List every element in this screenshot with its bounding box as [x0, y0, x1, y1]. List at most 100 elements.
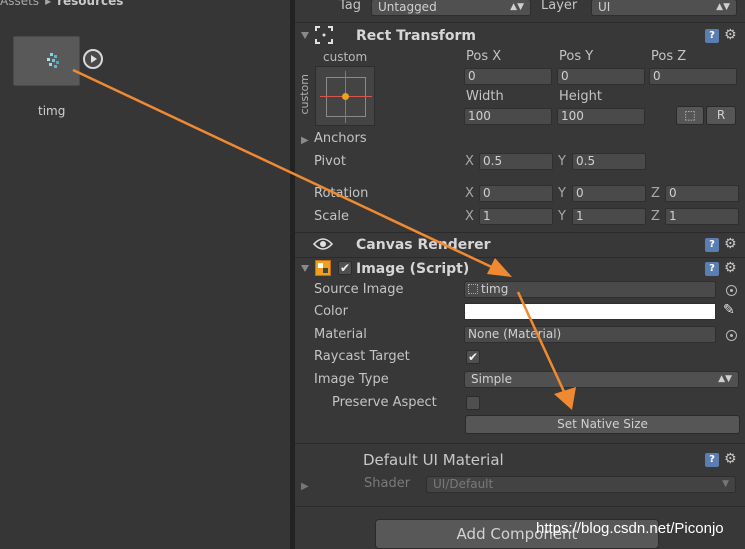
material-field[interactable]: None (Material): [464, 326, 716, 343]
image-type-label: Image Type: [314, 372, 389, 387]
image-type-value: Simple: [471, 372, 512, 386]
material-section-title: Default UI Material: [363, 451, 504, 469]
scale-y-field[interactable]: 1: [572, 208, 646, 225]
blueprint-mode-button[interactable]: ⬚: [676, 106, 704, 125]
rotation-y-axis: Y: [558, 186, 566, 201]
pivot-x-field[interactable]: 0.5: [479, 153, 553, 170]
pivot-dot: [342, 93, 349, 100]
fold-arrow-icon[interactable]: [301, 265, 309, 272]
fold-arrow-icon[interactable]: [301, 32, 309, 39]
pos-y-label: Pos Y: [559, 49, 594, 64]
tag-dropdown[interactable]: Untagged ▲▼: [371, 0, 531, 16]
width-field[interactable]: 100: [464, 108, 552, 125]
object-picker-icon[interactable]: [726, 330, 737, 341]
rect-transform-header[interactable]: Rect Transform ? ⚙: [295, 26, 745, 48]
breadcrumb: Assets ▸ resources: [0, 0, 123, 8]
project-panel: Assets ▸ resources timg: [0, 0, 290, 549]
width-label: Width: [466, 89, 504, 104]
source-image-label: Source Image: [314, 282, 404, 297]
preserve-aspect-label: Preserve Aspect: [332, 395, 437, 410]
raycast-target-label: Raycast Target: [314, 349, 410, 364]
raycast-target-checkbox[interactable]: ✔: [466, 350, 480, 364]
object-picker-icon[interactable]: [726, 285, 737, 296]
rotation-x-axis: X: [465, 186, 474, 201]
canvas-renderer-header[interactable]: Canvas Renderer ? ⚙: [295, 235, 745, 257]
dropdown-caret-icon: ▲▼: [510, 2, 524, 12]
pos-x-field[interactable]: 0: [464, 68, 552, 85]
asset-name-label: timg: [38, 104, 66, 118]
pos-y-field[interactable]: 0: [557, 68, 645, 85]
gear-icon[interactable]: ⚙: [724, 260, 737, 276]
image-script-title: Image (Script): [356, 261, 470, 277]
rotation-y-field[interactable]: 0: [572, 185, 646, 202]
breadcrumb-assets[interactable]: Assets: [0, 0, 39, 8]
image-component-icon: [315, 260, 331, 276]
eyedropper-icon[interactable]: ✎: [723, 302, 735, 318]
shader-value: UI/Default: [433, 477, 494, 491]
anchors-fold-icon[interactable]: ▶: [301, 135, 309, 146]
scale-x-axis: X: [465, 209, 474, 224]
anchor-preset-button[interactable]: [315, 66, 375, 126]
pivot-label: Pivot: [314, 154, 346, 169]
help-icon[interactable]: ?: [705, 238, 719, 252]
breadcrumb-resources[interactable]: resources: [57, 0, 123, 8]
image-enabled-checkbox[interactable]: ✔: [338, 261, 352, 275]
pos-z-field[interactable]: 0: [649, 68, 737, 85]
shader-dropdown[interactable]: UI/Default ▼: [426, 476, 736, 493]
gear-icon[interactable]: ⚙: [724, 236, 737, 252]
rotation-z-axis: Z: [651, 186, 660, 201]
anchors-label[interactable]: Anchors: [314, 131, 367, 146]
separator: [295, 232, 745, 233]
separator: [295, 257, 745, 258]
pivot-y-field[interactable]: 0.5: [572, 153, 646, 170]
tag-label: Tag: [339, 0, 362, 13]
separator: [295, 443, 745, 444]
pivot-x-axis: X: [465, 154, 474, 169]
height-field[interactable]: 100: [557, 108, 645, 125]
scale-y-axis: Y: [558, 209, 566, 224]
inspector-panel: Tag Untagged ▲▼ Layer UI ▲▼ Rect Transform…: [295, 0, 745, 549]
anchor-preset-label: custom: [323, 50, 368, 64]
material-label: Material: [314, 327, 367, 342]
help-icon[interactable]: ?: [705, 453, 719, 467]
pivot-y-axis: Y: [558, 154, 566, 169]
image-script-header[interactable]: ✔ Image (Script) ? ⚙: [295, 259, 745, 281]
help-icon[interactable]: ?: [705, 262, 719, 276]
layer-dropdown[interactable]: UI ▲▼: [591, 0, 737, 16]
dropdown-caret-icon: ▼: [722, 479, 729, 489]
breadcrumb-separator: ▸: [45, 0, 52, 8]
source-image-value: timg: [481, 282, 509, 296]
sprite-preview-icon: [47, 53, 59, 68]
watermark-text: https://blog.csdn.net/Piconjo: [536, 520, 724, 537]
raw-edit-button[interactable]: R: [706, 106, 736, 125]
help-icon[interactable]: ?: [705, 29, 719, 43]
anchor-preset-side-label: custom: [298, 74, 311, 115]
pos-x-label: Pos X: [466, 49, 502, 64]
source-image-field[interactable]: timg: [464, 281, 716, 298]
dropdown-caret-icon: ▲▼: [718, 374, 732, 384]
color-swatch[interactable]: [464, 303, 716, 320]
rotation-x-field[interactable]: 0: [479, 185, 553, 202]
color-label: Color: [314, 304, 348, 319]
scale-label: Scale: [314, 209, 349, 224]
scale-z-field[interactable]: 1: [665, 208, 739, 225]
separator: [295, 506, 745, 507]
shader-fold-icon[interactable]: ▶: [301, 481, 309, 492]
scale-x-field[interactable]: 1: [479, 208, 553, 225]
rect-transform-title: Rect Transform: [356, 28, 477, 44]
set-native-size-button[interactable]: Set Native Size: [465, 415, 740, 434]
canvas-renderer-title: Canvas Renderer: [356, 237, 491, 253]
rotation-z-field[interactable]: 0: [665, 185, 739, 202]
asset-thumbnail-timg[interactable]: [13, 36, 80, 86]
scale-z-axis: Z: [651, 209, 660, 224]
height-label: Height: [559, 89, 602, 104]
layer-label: Layer: [541, 0, 578, 13]
layer-value: UI: [598, 0, 611, 14]
sprite-icon: [468, 284, 478, 294]
eye-icon: [313, 238, 333, 250]
image-type-dropdown[interactable]: Simple ▲▼: [464, 371, 739, 388]
preserve-aspect-checkbox[interactable]: [466, 396, 480, 410]
gear-icon[interactable]: ⚙: [724, 27, 737, 43]
gear-icon[interactable]: ⚙: [724, 451, 737, 467]
expand-sprite-icon[interactable]: [83, 49, 103, 69]
